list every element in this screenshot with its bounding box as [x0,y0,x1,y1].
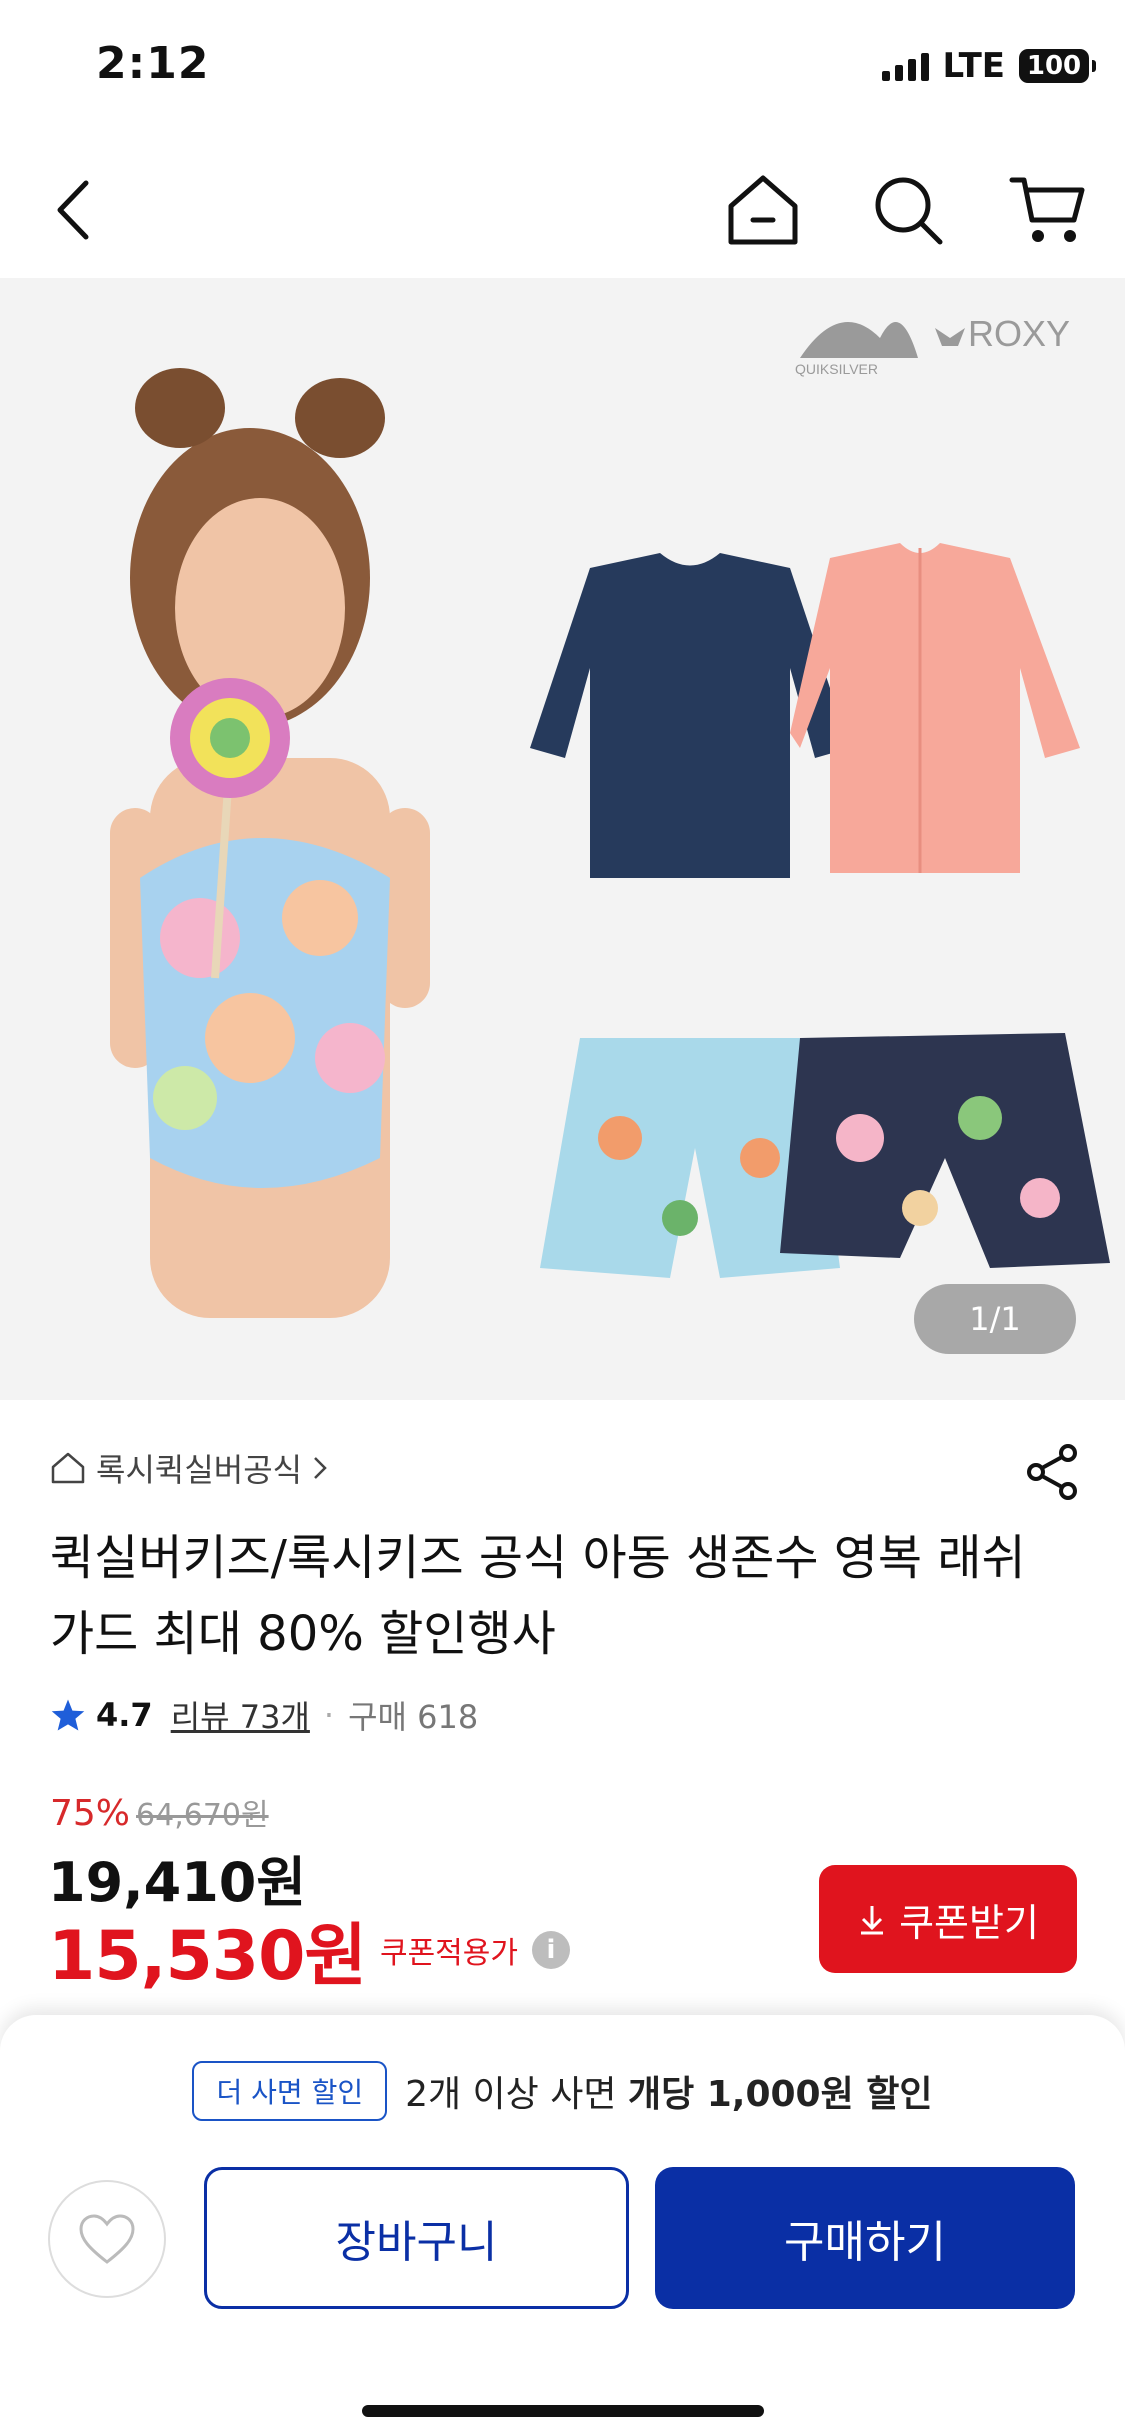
product-photo-illustration: QUIKSILVER ROXY [0,278,1125,1400]
chevron-left-icon [57,180,89,240]
promo-text-prefix: 2개 이상 사면 [405,2074,617,2115]
purchase-count: 구매 618 [348,1698,479,1736]
promo-badge: 더 사면 할인 [192,2061,388,2121]
cart-button[interactable] [1003,165,1093,255]
quiksilver-logo-text: QUIKSILVER [795,361,878,377]
product-title: 퀵실버키즈/록시키즈 공식 아동 생존수 영복 래쉬가드 최대 80% 할인행사 [50,1530,1026,1662]
add-to-cart-button[interactable]: 장바구니 [204,2167,629,2309]
cart-icon [1009,177,1085,242]
back-button[interactable] [30,165,120,255]
star-icon [51,1699,85,1731]
original-price: 64,670원 [136,1798,269,1833]
wishlist-button[interactable] [48,2180,166,2298]
home-icon [728,175,798,245]
purchase-bottom-sheet: 더 사면 할인 2개 이상 사면 개당 1,000원 할인 장바구니 구매하기 [0,2015,1125,2436]
review-link[interactable]: 리뷰 73개 [171,1692,310,1738]
seller-link[interactable]: 록시퀵실버공식 [50,1445,328,1491]
bulk-discount-promo: 더 사면 할인 2개 이상 사면 개당 1,000원 할인 [0,2061,1125,2121]
top-nav [0,135,1125,275]
share-icon [1027,1444,1077,1500]
promo-text-bold: 개당 1,000원 할인 [627,2074,933,2115]
download-icon [861,1906,884,1935]
separator-dot: · [323,1696,335,1734]
status-time: 2:12 [96,38,210,89]
buy-now-button[interactable]: 구매하기 [655,2167,1075,2309]
share-button[interactable] [1020,1440,1084,1504]
product-image[interactable]: QUIKSILVER ROXY 1/1 [0,278,1125,1400]
status-bar: 2:12 LTE 100 [0,0,1125,135]
coupon-button-label: 쿠폰받기 [899,1900,1039,1945]
coupon-price-row: 15,530원 쿠폰적용가 i [48,1900,570,1999]
info-icon[interactable]: i [531,1930,570,1969]
discount-rate: 75% [50,1793,131,1834]
search-icon [875,177,943,245]
chevron-right-icon [314,1457,327,1479]
image-page-indicator: 1/1 [914,1284,1076,1354]
promo-text: 2개 이상 사면 개당 1,000원 할인 [405,2065,932,2117]
home-indicator [362,2405,764,2417]
store-home-icon [51,1452,85,1484]
network-label: LTE [942,46,1005,86]
search-button[interactable] [863,165,953,255]
rating-value: 4.7 [96,1696,153,1734]
rating-row: 4.7 리뷰 73개 · 구매 618 [50,1692,478,1738]
battery-icon: 100 [1019,49,1096,83]
coupon-download-button[interactable]: 쿠폰받기 [819,1865,1077,1973]
heart-icon [79,2214,135,2264]
roxy-logo-text: ROXY [968,313,1070,354]
signal-icon [881,51,929,81]
coupon-price-label: 쿠폰적용가 [379,1935,518,1971]
seller-name: 록시퀵실버공식 [96,1451,303,1489]
battery-level: 100 [1026,51,1082,81]
coupon-price: 15,530원 [48,1917,367,1996]
discount-row: 75% 64,670원 [50,1790,269,1834]
status-indicators: LTE 100 [881,46,1096,86]
home-button[interactable] [718,165,808,255]
